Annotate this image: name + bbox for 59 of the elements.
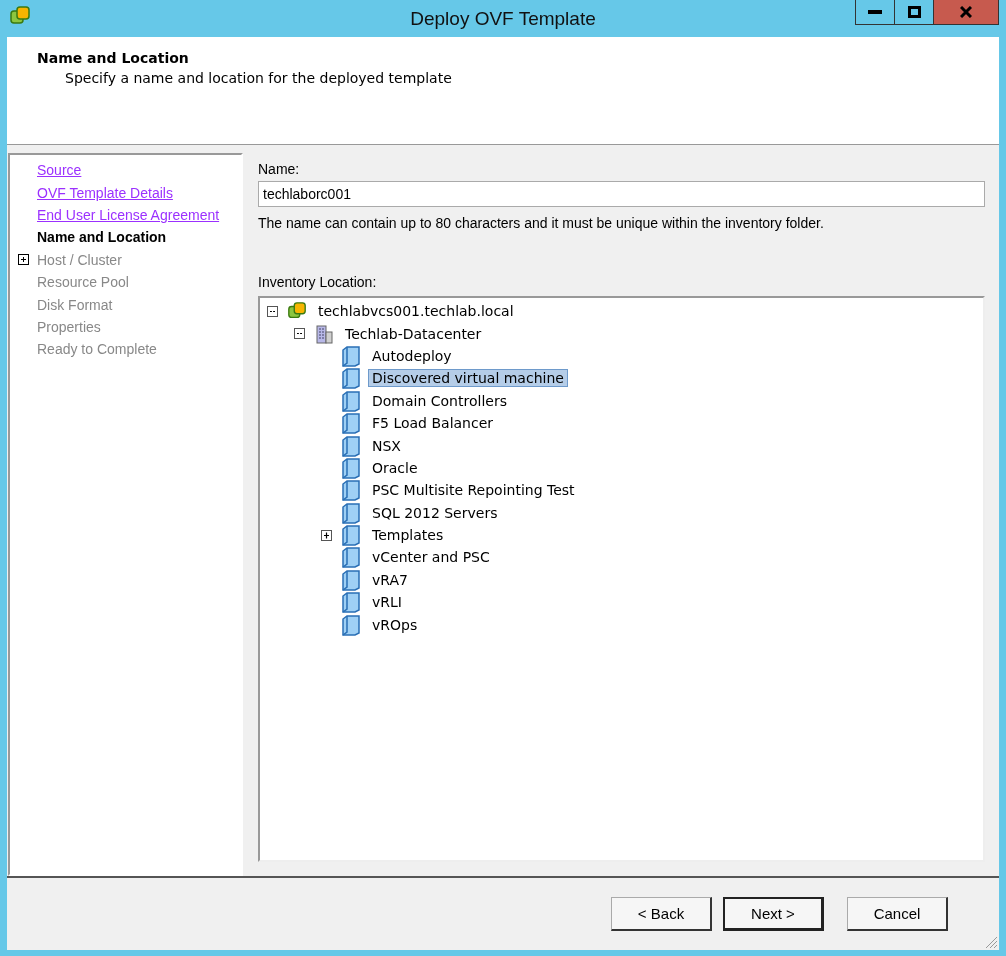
collapse-icon[interactable] — [266, 305, 278, 317]
tree-item[interactable]: Oracle — [368, 458, 422, 477]
folder-icon — [341, 434, 361, 457]
close-button[interactable] — [933, 0, 999, 25]
folder-icon — [341, 389, 361, 412]
folder-icon — [341, 367, 361, 390]
folder-icon — [341, 613, 361, 636]
tree-item[interactable]: PSC Multisite Repointing Test — [368, 481, 579, 500]
name-hint: The name can contain up to 80 characters and it must be unique within the inventory folder. — [258, 215, 825, 231]
minimize-icon — [868, 10, 882, 14]
tree-item[interactable]: vCenter and PSC — [368, 548, 494, 567]
folder-icon — [341, 412, 361, 435]
inventory-label: Inventory Location: — [258, 274, 378, 290]
close-icon — [960, 6, 972, 18]
dialog-button[interactable]: Cancel — [847, 897, 948, 931]
tree-item[interactable]: vRLI — [368, 593, 406, 612]
folder-icon — [341, 456, 361, 479]
page-subtitle: Specify a name and location for the deployed template — [64, 70, 453, 86]
step-label: Properties — [37, 318, 101, 335]
tree-item[interactable]: Domain Controllers — [368, 391, 511, 410]
tree-item[interactable]: vRA7 — [368, 570, 412, 589]
tree-item[interactable]: Autodeploy — [368, 346, 456, 365]
resize-grip-icon — [984, 935, 998, 949]
folder-icon — [341, 524, 361, 547]
tree-item[interactable]: techlabvcs001.techlab.local — [314, 302, 518, 321]
tree-item[interactable]: F5 Load Balancer — [368, 414, 498, 433]
folder-icon — [341, 344, 361, 367]
collapse-icon[interactable] — [293, 328, 305, 340]
step-label: Name and Location — [37, 229, 167, 246]
folder-icon — [341, 479, 361, 502]
folder-icon — [341, 568, 361, 591]
step-label: Ready to Complete — [37, 341, 157, 358]
tree-item[interactable]: Discovered virtual machine — [368, 369, 568, 388]
expand-icon[interactable] — [320, 529, 332, 541]
step-link[interactable]: OVF Template Details — [37, 184, 173, 201]
building-icon — [314, 323, 334, 344]
window-title: Deploy OVF Template — [410, 7, 596, 30]
expand-icon[interactable] — [18, 254, 29, 266]
step-link[interactable]: End User License Agreement — [37, 206, 220, 223]
name-label: Name: — [258, 161, 301, 177]
step-label: Disk Format — [37, 296, 113, 313]
tree-item[interactable]: vROps — [368, 615, 422, 634]
step-label: Resource Pool — [37, 274, 129, 291]
tree-item[interactable]: NSX — [368, 436, 405, 455]
step-link[interactable]: Source — [37, 162, 82, 179]
folder-icon — [341, 501, 361, 524]
folder-icon — [341, 546, 361, 569]
dialog-button[interactable]: < Back — [611, 897, 712, 931]
tree-item[interactable]: Techlab-Datacenter — [341, 324, 486, 343]
page-title: Name and Location — [37, 50, 190, 66]
app-logo-icon — [9, 5, 31, 27]
minimize-button[interactable] — [855, 0, 895, 25]
maximize-icon — [907, 6, 921, 18]
tree-item[interactable]: Templates — [368, 526, 448, 545]
tree-item[interactable]: SQL 2012 Servers — [368, 503, 502, 522]
name-input-field[interactable]: techlaborc001 — [258, 181, 985, 207]
folder-icon — [341, 591, 361, 614]
dialog-button[interactable]: Next > — [723, 897, 824, 931]
step-label: Host / Cluster — [37, 251, 122, 268]
